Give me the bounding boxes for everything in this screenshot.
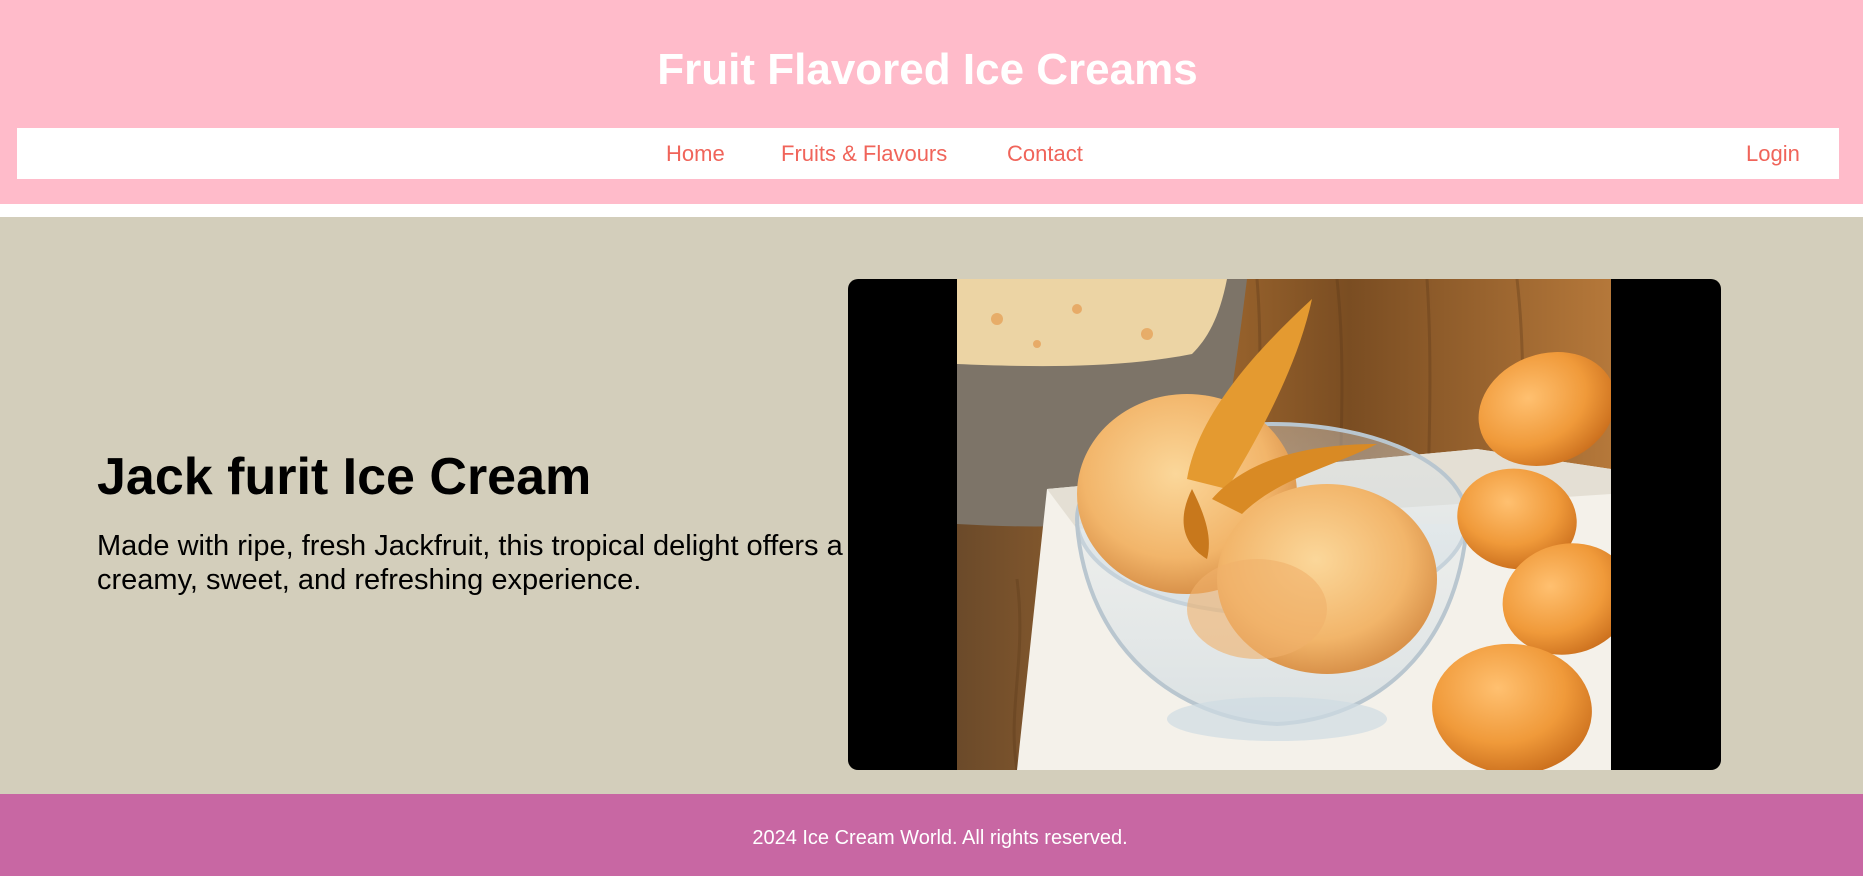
nav-link-login[interactable]: Login xyxy=(1746,128,1800,179)
nav-link-contact[interactable]: Contact xyxy=(1007,128,1083,179)
hero-section: Jack furit Ice Cream Made with ripe, fre… xyxy=(0,217,1863,794)
jackfruit-ice-cream-photo xyxy=(957,279,1611,770)
nav-bar: Home Fruits & Flavours Contact Login xyxy=(17,128,1839,179)
nav-link-fruits-flavours[interactable]: Fruits & Flavours xyxy=(781,128,947,179)
site-title: Fruit Flavored Ice Creams xyxy=(657,45,1198,94)
nav-link-home[interactable]: Home xyxy=(666,128,725,179)
site-header: Fruit Flavored Ice Creams Home Fruits & … xyxy=(0,0,1863,204)
hero-title: Jack furit Ice Cream xyxy=(97,448,592,506)
hero-description: Made with ripe, fresh Jackfruit, this tr… xyxy=(97,530,843,596)
hero-media-frame xyxy=(848,279,1721,770)
footer-copyright: 2024 Ice Cream World. All rights reserve… xyxy=(752,827,1128,849)
site-footer: 2024 Ice Cream World. All rights reserve… xyxy=(0,794,1863,876)
